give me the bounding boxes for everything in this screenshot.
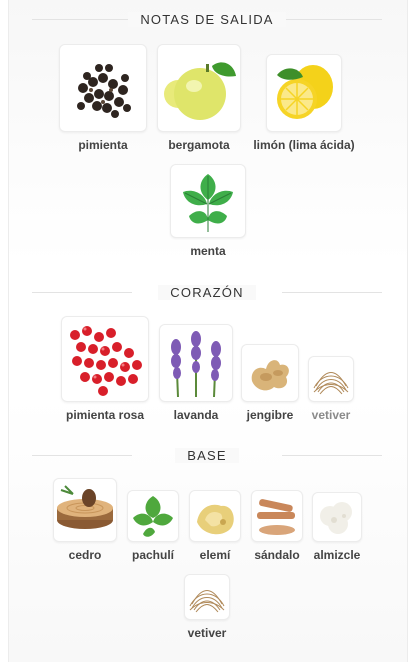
lavanda-image [159,324,233,402]
note-label-almizcle: almizcle [313,548,361,562]
jengibre-image [241,344,299,402]
note-cedro[interactable]: cedro [52,478,118,562]
almizcle-image [312,492,362,542]
section-title-top-notes: NOTAS DE SALIDA [8,8,406,30]
note-vetiver-heart[interactable]: vetiver [306,356,356,422]
note-label-jengibre: jengibre [246,408,294,422]
note-label-pimienta-rosa: pimienta rosa [65,408,145,422]
note-menta[interactable]: menta [170,164,246,258]
sandalo-image [251,490,303,542]
note-label-elemi: elemí [199,548,231,562]
section-title-heart-notes: CORAZÓN [8,281,406,303]
note-label-vetiver-base: vetiver [187,626,227,640]
note-label-limon: limón (lima ácida) [253,138,355,152]
note-label-pachuli: pachulí [131,548,174,562]
note-label-cedro: cedro [68,548,102,562]
note-bergamota[interactable]: bergamota [156,44,242,152]
vetiver-base-image [184,574,230,620]
note-jengibre[interactable]: jengibre [240,344,300,422]
pimienta-image [59,44,147,132]
menta-image [170,164,246,238]
note-label-sandalo: sándalo [254,548,300,562]
bergamota-image [157,44,241,132]
note-limon[interactable]: limón (lima ácida) [252,44,356,152]
note-label-bergamota: bergamota [168,138,230,152]
note-label-vetiver-heart: vetiver [311,408,351,422]
note-label-lavanda: lavanda [173,408,219,422]
cedro-image [53,478,117,542]
note-label-pimienta: pimienta [78,138,128,152]
note-almizcle[interactable]: almizcle [310,492,364,562]
note-pimienta-rosa[interactable]: pimienta rosa [60,316,150,422]
vetiver-heart-image [308,356,354,402]
elemi-image [189,490,241,542]
note-sandalo[interactable]: sándalo [250,490,304,562]
pimienta-rosa-image [61,316,149,402]
note-elemi[interactable]: elemí [188,490,242,562]
note-pachuli[interactable]: pachulí [126,490,180,562]
note-pimienta[interactable]: pimienta [58,44,148,152]
limon-image [266,54,342,132]
note-label-menta: menta [190,244,226,258]
pachuli-image [127,490,179,542]
section-title-base-notes: BASE [8,444,406,466]
note-vetiver-base[interactable]: vetiver [182,574,232,640]
note-lavanda[interactable]: lavanda [158,324,234,422]
